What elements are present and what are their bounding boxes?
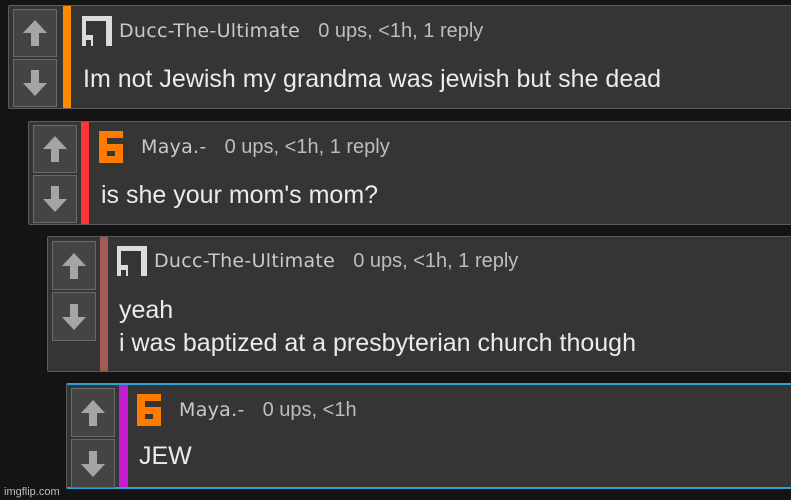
comment-line: is she your mom's mom? — [101, 181, 379, 209]
vote-column — [9, 6, 63, 108]
upvote-button[interactable] — [13, 9, 57, 57]
down-arrow-icon — [43, 186, 67, 212]
downvote-button[interactable] — [33, 175, 77, 223]
comment-header: Ducc-The-Ultimate 0 ups, <1h, 1 reply — [114, 243, 518, 279]
username[interactable]: Maya.- — [141, 136, 207, 158]
comment-line: JEW — [139, 442, 192, 470]
comment-content: Maya.- 0 ups, <1h JEW — [133, 385, 786, 487]
maya-avatar-icon — [137, 394, 161, 426]
comment-line: Im not Jewish my grandma was jewish but … — [83, 65, 662, 93]
ducc-avatar-icon — [117, 246, 147, 276]
comment-line: i was baptized at a presbyterian church … — [119, 329, 636, 357]
ducc-avatar-icon — [82, 16, 112, 46]
comment-body: yeah i was baptized at a presbyterian ch… — [119, 294, 636, 360]
comment-body: is she your mom's mom? — [101, 179, 378, 212]
thread-color-bar — [119, 385, 128, 487]
vote-column — [48, 237, 102, 371]
comment-1: Ducc-The-Ultimate 0 ups, <1h, 1 reply Im… — [8, 5, 791, 109]
comment-meta: 0 ups, <1h, 1 reply — [318, 19, 484, 42]
comment-meta: 0 ups, <1h, 1 reply — [224, 135, 390, 158]
thread-color-bar — [100, 237, 108, 371]
comment-header: Maya.- 0 ups, <1h — [133, 392, 357, 428]
upvote-button[interactable] — [33, 125, 77, 173]
comment-meta: 0 ups, <1h — [262, 398, 357, 421]
comment-content: Ducc-The-Ultimate 0 ups, <1h, 1 reply ye… — [114, 237, 786, 371]
down-arrow-icon — [81, 450, 105, 477]
vote-column — [67, 385, 121, 488]
up-arrow-icon — [62, 252, 86, 279]
comment-content: Maya.- 0 ups, <1h, 1 reply is she your m… — [95, 122, 786, 224]
downvote-button[interactable] — [52, 292, 96, 341]
up-arrow-icon — [23, 20, 47, 46]
comment-header: Ducc-The-Ultimate 0 ups, <1h, 1 reply — [79, 13, 483, 49]
up-arrow-icon — [81, 399, 105, 426]
comment-meta: 0 ups, <1h, 1 reply — [353, 249, 519, 272]
comment-4: Maya.- 0 ups, <1h JEW — [66, 383, 791, 489]
comment-content: Ducc-The-Ultimate 0 ups, <1h, 1 reply Im… — [79, 6, 785, 108]
vote-column — [29, 122, 83, 224]
username[interactable]: Maya.- — [179, 399, 245, 421]
downvote-button[interactable] — [13, 59, 57, 107]
username[interactable]: Ducc-The-Ultimate — [119, 20, 300, 42]
down-arrow-icon — [23, 70, 47, 96]
watermark: imgflip.com — [4, 486, 60, 498]
thread-color-bar — [63, 6, 71, 108]
maya-avatar-icon — [99, 131, 123, 163]
comment-3: Ducc-The-Ultimate 0 ups, <1h, 1 reply ye… — [47, 236, 791, 372]
upvote-button[interactable] — [52, 241, 96, 290]
downvote-button[interactable] — [71, 439, 115, 488]
down-arrow-icon — [62, 303, 86, 330]
username[interactable]: Ducc-The-Ultimate — [154, 250, 335, 272]
thread-color-bar — [81, 122, 89, 224]
up-arrow-icon — [43, 136, 67, 162]
comment-body: Im not Jewish my grandma was jewish but … — [83, 63, 661, 96]
comment-line: yeah — [119, 296, 174, 324]
comment-2: Maya.- 0 ups, <1h, 1 reply is she your m… — [28, 121, 791, 225]
comment-body: JEW — [139, 440, 192, 473]
comment-header: Maya.- 0 ups, <1h, 1 reply — [95, 129, 390, 165]
upvote-button[interactable] — [71, 388, 115, 437]
